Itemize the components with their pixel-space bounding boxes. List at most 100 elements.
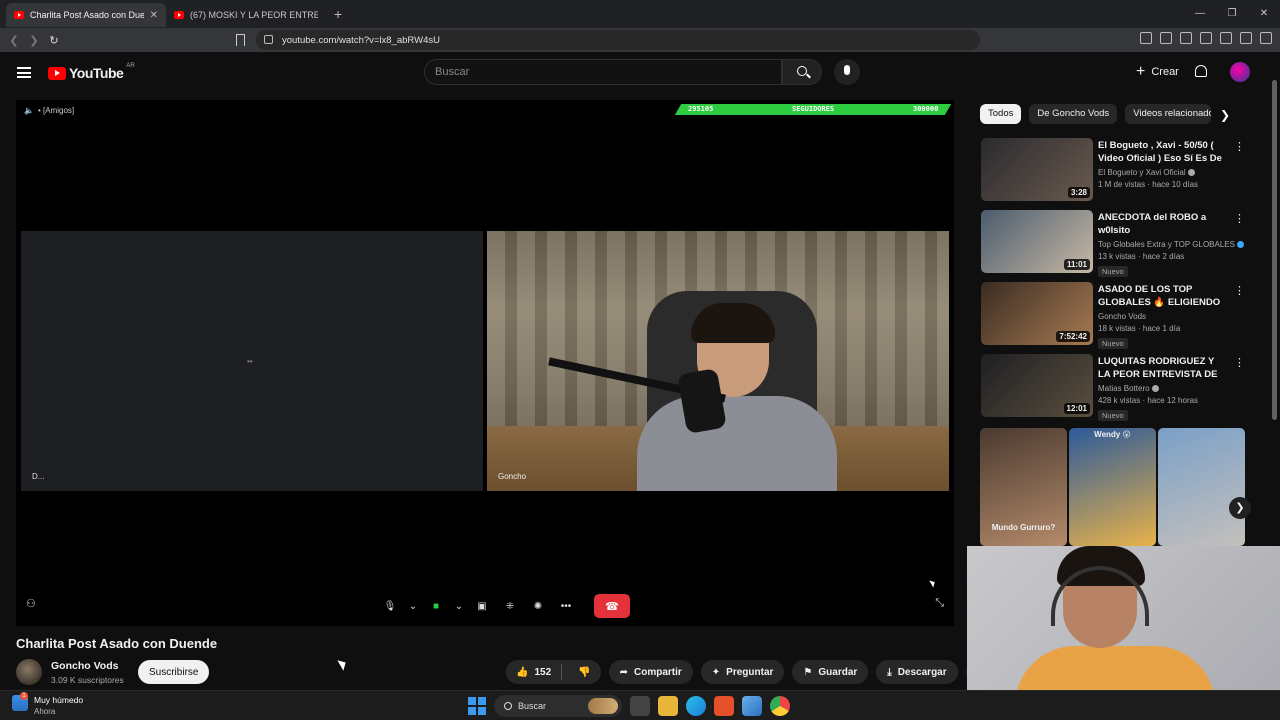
more-options-icon[interactable]: ••• bbox=[556, 596, 576, 616]
sidebar-icon[interactable] bbox=[1200, 32, 1212, 44]
scrollbar-thumb[interactable] bbox=[1272, 80, 1277, 420]
video-player[interactable]: 🔈 • [Amigos] 295105 SEGUIDORES 300000 ••… bbox=[16, 100, 954, 626]
windows-taskbar: Muy húmedo Ahora Buscar bbox=[0, 690, 1280, 720]
save-button[interactable]: ⚑ Guardar bbox=[792, 660, 869, 684]
chip-all[interactable]: Todos bbox=[980, 104, 1022, 124]
menu-icon[interactable] bbox=[1260, 32, 1272, 44]
kebab-menu-icon[interactable]: ⋮ bbox=[1234, 212, 1245, 225]
video-title[interactable]: ASADO DE LOS TOP GLOBALES 🔥 ELIGIENDO L.… bbox=[1098, 283, 1226, 309]
channel-name[interactable]: Goncho Vods bbox=[51, 660, 118, 672]
minimize-icon[interactable]: — bbox=[1184, 0, 1216, 28]
chip-channel[interactable]: De Goncho Vods bbox=[1029, 104, 1118, 124]
video-title[interactable]: ANECDOTA del ROBO a w0lsito bbox=[1098, 211, 1226, 237]
extension-icon[interactable] bbox=[1140, 32, 1152, 44]
brave-icon[interactable] bbox=[714, 696, 734, 716]
chip-related[interactable]: Videos relacionados bbox=[1125, 104, 1212, 124]
person-hair bbox=[691, 303, 775, 343]
ask-button[interactable]: ✦ Preguntar bbox=[700, 660, 785, 684]
download-button[interactable]: ⤓ Descargar bbox=[876, 660, 958, 684]
forward-icon[interactable]: ❯ bbox=[24, 34, 44, 47]
list-item[interactable]: 12:01 LUQUITAS RODRIGUEZ Y LA PEOR ENTRE… bbox=[980, 354, 1245, 426]
fullscreen-exit-icon[interactable]: ⤡ bbox=[935, 597, 944, 610]
shield-icon[interactable] bbox=[1240, 32, 1252, 44]
short-item[interactable]: Wendy 😮 bbox=[1069, 428, 1156, 546]
video-thumbnail[interactable]: 3:28 bbox=[981, 138, 1093, 201]
kebab-menu-icon[interactable]: ⋮ bbox=[1234, 140, 1245, 153]
page-scrollbar[interactable] bbox=[1272, 80, 1277, 428]
video-thumbnail[interactable]: 12:01 bbox=[981, 354, 1093, 417]
dislike-button[interactable]: 👎 bbox=[568, 667, 600, 678]
channel-avatar[interactable] bbox=[16, 659, 42, 685]
tab-inactive[interactable]: (67) MOSKI Y LA PEOR ENTREVISTA bbox=[166, 3, 326, 27]
like-button[interactable]: 👍 152 bbox=[506, 664, 563, 680]
kebab-menu-icon[interactable]: ⋮ bbox=[1234, 356, 1245, 369]
account-avatar[interactable] bbox=[1230, 62, 1250, 82]
new-tab-icon[interactable]: + bbox=[334, 6, 342, 22]
windows-start-icon[interactable] bbox=[468, 697, 486, 715]
chevron-right-icon[interactable]: ❯ bbox=[1220, 108, 1230, 122]
tab-active[interactable]: Charlita Post Asado con Due ✕ bbox=[6, 3, 166, 27]
create-button[interactable]: + Crear bbox=[1128, 60, 1187, 84]
file-explorer-icon[interactable] bbox=[658, 696, 678, 716]
kebab-menu-icon[interactable]: ⋮ bbox=[1234, 284, 1245, 297]
weather-title: Muy húmedo bbox=[34, 695, 84, 705]
activities-icon[interactable]: ⁜ bbox=[500, 596, 520, 616]
reload-icon[interactable]: ↻ bbox=[44, 34, 64, 47]
video-thumbnail[interactable]: 7:52:42 bbox=[981, 282, 1093, 345]
puzzle-icon[interactable] bbox=[1160, 32, 1172, 44]
channel-name: Matias Bottero bbox=[1098, 384, 1161, 393]
channel-text: El Bogueto y Xavi Oficial bbox=[1098, 168, 1186, 177]
edge-icon[interactable] bbox=[686, 696, 706, 716]
camera-toggle-icon[interactable]: ■ bbox=[426, 596, 446, 616]
window-controls: — ❐ ✕ bbox=[1184, 0, 1280, 28]
wallet-icon[interactable] bbox=[1220, 32, 1232, 44]
chevron-down-icon[interactable]: ⌄ bbox=[408, 596, 418, 616]
short-item[interactable] bbox=[1158, 428, 1245, 546]
youtube-logo[interactable]: YouTube AR bbox=[48, 63, 135, 81]
list-item[interactable]: 11:01 ANECDOTA del ROBO a w0lsito Top Gl… bbox=[980, 210, 1245, 282]
search-button[interactable] bbox=[782, 59, 822, 85]
omnibox[interactable]: youtube.com/watch?v=lx8_abRW4sU bbox=[256, 30, 980, 50]
weather-widget[interactable]: Muy húmedo Ahora bbox=[12, 692, 84, 717]
voice-search-button[interactable] bbox=[834, 59, 860, 85]
video-thumbnail[interactable]: 11:01 bbox=[981, 210, 1093, 273]
microphone-toggle-icon[interactable]: 🎙 bbox=[380, 596, 400, 616]
notifications-bell-icon[interactable] bbox=[1195, 65, 1207, 77]
subscribe-button[interactable]: Suscribirse bbox=[138, 660, 210, 684]
add-person-icon[interactable]: ⚇ bbox=[26, 597, 36, 610]
video-meta: 13 k vistas · hace 2 días bbox=[1098, 252, 1185, 261]
video-duration: 3:28 bbox=[1067, 187, 1090, 198]
screen-share-icon[interactable]: ▣ bbox=[472, 596, 492, 616]
site-info-icon[interactable] bbox=[264, 35, 273, 44]
search-input[interactable] bbox=[425, 60, 781, 84]
weather-icon bbox=[12, 692, 28, 711]
video-title[interactable]: LUQUITAS RODRIGUEZ Y LA PEOR ENTREVISTA … bbox=[1098, 355, 1226, 381]
media-icon[interactable] bbox=[1180, 32, 1192, 44]
share-button[interactable]: ➦ Compartir bbox=[608, 660, 693, 684]
video-title: Charlita Post Asado con Duende bbox=[16, 636, 218, 651]
taskbar-search[interactable]: Buscar bbox=[494, 695, 622, 717]
chevron-down-icon[interactable]: ⌄ bbox=[454, 596, 464, 616]
chrome-icon[interactable] bbox=[770, 696, 790, 716]
end-call-button[interactable]: ☎ bbox=[594, 594, 630, 618]
maximize-icon[interactable]: ❐ bbox=[1216, 0, 1248, 28]
channel-name: El Bogueto y Xavi Oficial bbox=[1098, 168, 1197, 177]
soundboard-icon[interactable]: ✺ bbox=[528, 596, 548, 616]
taskbar-apps: Buscar bbox=[468, 695, 790, 717]
chevron-right-icon[interactable]: ❯ bbox=[1229, 497, 1251, 519]
list-item[interactable]: 7:52:42 ASADO DE LOS TOP GLOBALES 🔥 ELIG… bbox=[980, 282, 1245, 354]
task-view-icon[interactable] bbox=[630, 696, 650, 716]
short-item[interactable]: Mundo Gurruro? bbox=[980, 428, 1067, 546]
share-label: Compartir bbox=[633, 666, 682, 678]
sparkle-icon: ✦ bbox=[711, 666, 721, 678]
video-title[interactable]: El Bogueto , Xavi - 50/50 ( Video Oficia… bbox=[1098, 139, 1226, 165]
subscriber-count: 3.09 K suscriptores bbox=[51, 675, 124, 685]
photos-icon[interactable] bbox=[742, 696, 762, 716]
back-icon[interactable]: ❮ bbox=[4, 34, 24, 47]
mouse-cursor-icon bbox=[337, 657, 349, 671]
close-tab-icon[interactable]: ✕ bbox=[150, 10, 158, 21]
close-window-icon[interactable]: ✕ bbox=[1248, 0, 1280, 28]
bookmark-icon[interactable] bbox=[236, 34, 245, 46]
hamburger-menu-icon[interactable] bbox=[17, 67, 31, 78]
list-item[interactable]: 3:28 El Bogueto , Xavi - 50/50 ( Video O… bbox=[980, 138, 1245, 210]
